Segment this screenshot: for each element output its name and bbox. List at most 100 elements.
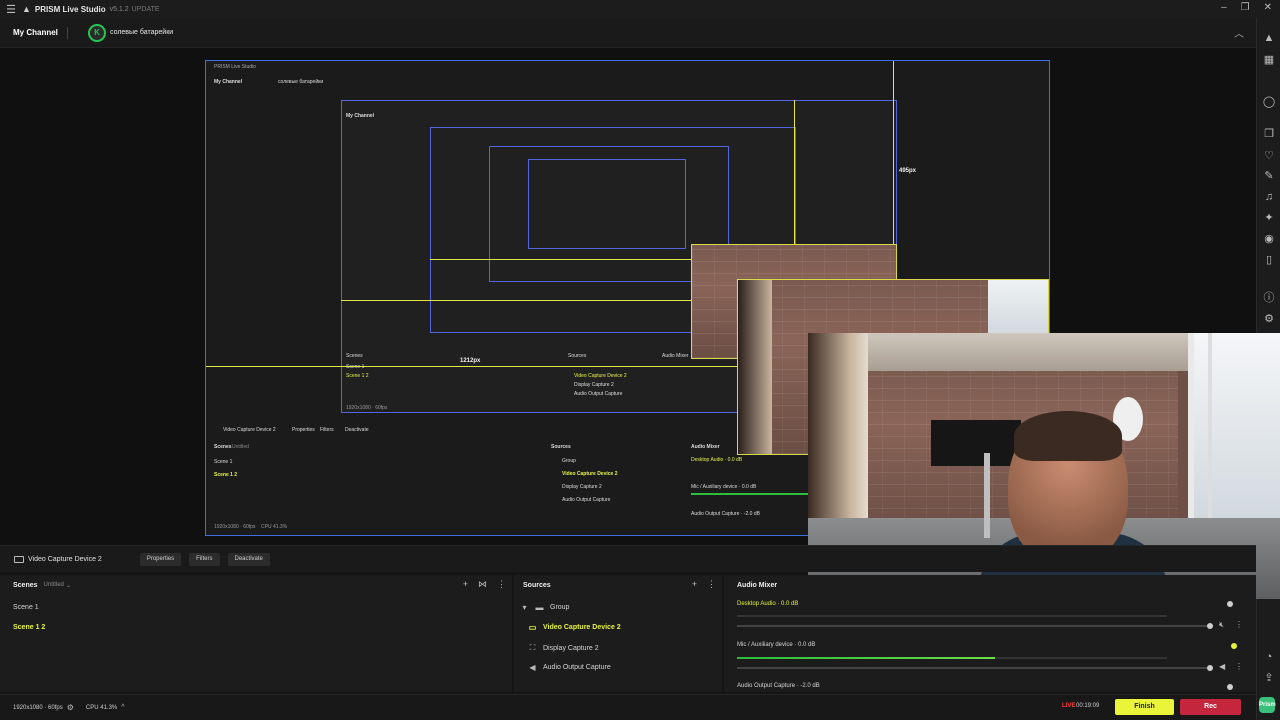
window-mullion bbox=[1208, 333, 1212, 533]
chevron-up-icon[interactable]: ︿ bbox=[1234, 25, 1244, 40]
mixer-channel-label: Mic / Auxiliary device · 0.0 dB bbox=[737, 642, 816, 648]
nested-audio-output-mixer: Audio Output Capture · -2.0 dB bbox=[691, 511, 760, 517]
settings-icon[interactable]: ⚙ bbox=[1261, 311, 1277, 327]
source-item-display-capture[interactable]: ⛶ Display Capture 2 bbox=[528, 643, 599, 653]
gear-icon[interactable]: ⚙ bbox=[67, 703, 74, 712]
display-capture-icon: ⛶ bbox=[529, 643, 536, 652]
nested-display-capture: Display Capture 2 bbox=[562, 484, 602, 490]
camera-icon[interactable]: ◉ bbox=[1261, 231, 1277, 247]
more-icon[interactable]: ⋮ bbox=[1235, 662, 1243, 671]
nested2-scene-1: Scene 1 bbox=[346, 364, 365, 370]
nested-title: PRISM Live Studio bbox=[214, 64, 256, 70]
chevron-down-icon[interactable]: ⌄ bbox=[66, 582, 71, 589]
speaker-icon[interactable]: ◀ bbox=[1219, 662, 1225, 671]
heart-icon[interactable]: ♡ bbox=[1261, 148, 1277, 164]
window bbox=[1188, 333, 1280, 533]
nested2-status: 1920x1080 · 60fps bbox=[346, 405, 388, 411]
more-icon[interactable]: ⋮ bbox=[707, 579, 716, 590]
height-dimension-label: 495px bbox=[899, 168, 917, 174]
copy-icon[interactable]: ❐ bbox=[1261, 126, 1277, 142]
chevron-up-icon[interactable]: ^ bbox=[121, 704, 124, 711]
scene-collection-dropdown[interactable]: Untitled bbox=[44, 582, 64, 588]
guide-line-horizontal-2 bbox=[341, 300, 741, 301]
monitor-toggle[interactable] bbox=[1227, 601, 1233, 607]
source-item-audio-output[interactable]: ◀ Audio Output Capture bbox=[528, 663, 611, 672]
nested-audio-output: Audio Output Capture bbox=[562, 497, 611, 503]
more-icon[interactable]: ⋮ bbox=[1235, 620, 1243, 629]
nested-mic: Mic / Auxiliary device · 0.0 dB bbox=[691, 484, 757, 490]
source-item-video-capture[interactable]: ▭ Video Capture Device 2 bbox=[528, 623, 621, 632]
audio-mixer-panel: Audio Mixer bbox=[724, 575, 1256, 692]
add-source-icon[interactable]: + bbox=[692, 579, 697, 590]
rec-button[interactable]: Rec bbox=[1180, 699, 1241, 715]
scenes-panel: Scenes Untitled ⌄ + ⋈ ⋮ Scene 1 Scene 1 … bbox=[0, 575, 512, 692]
volume-meter bbox=[737, 657, 1167, 659]
nested-desktop-audio: Desktop Audio · 0.0 dB bbox=[691, 457, 743, 463]
nested-mixer-title: Audio Mixer bbox=[691, 444, 720, 450]
nested-deactivate: Deactivate bbox=[345, 427, 369, 433]
filters-button[interactable]: Filters bbox=[189, 552, 220, 566]
nested2-channel: My Channel bbox=[346, 113, 375, 119]
info-icon[interactable]: ⓘ bbox=[1261, 290, 1277, 306]
scene-item-active[interactable]: Scene 1 2 bbox=[13, 624, 45, 631]
nested2-scene-2: Scene 1 2 bbox=[346, 373, 369, 379]
layout-icon[interactable]: ▦ bbox=[1261, 52, 1277, 68]
monitor-toggle[interactable] bbox=[1227, 684, 1233, 690]
nested-channel: My Channel bbox=[214, 79, 243, 85]
nested-scenes-title: Scenes bbox=[214, 444, 232, 450]
sticker-icon[interactable]: ✎ bbox=[1261, 168, 1277, 184]
prism-chat-icon[interactable]: Prism bbox=[1259, 697, 1276, 713]
scene-item[interactable]: Scene 1 bbox=[13, 604, 39, 611]
television bbox=[931, 420, 1021, 466]
volume-slider-knob[interactable] bbox=[1207, 623, 1213, 629]
add-scene-icon[interactable]: + bbox=[463, 579, 468, 590]
cpu-usage: CPU 41.3% bbox=[85, 704, 118, 711]
nested-status: 1920x1080 · 60fps bbox=[214, 524, 256, 530]
properties-button[interactable]: Properties bbox=[139, 552, 182, 566]
notification-icon[interactable]: ◔ bbox=[1261, 649, 1277, 665]
volume-meter bbox=[737, 615, 1167, 617]
scenes-header: Scenes Untitled ⌄ + ⋈ ⋮ bbox=[0, 575, 512, 595]
speaker-mute-icon[interactable]: 🔇︎ bbox=[1219, 620, 1224, 630]
mixer-channel-audio-output: Audio Output Capture · -2.0 dB bbox=[737, 683, 1241, 690]
prism-lens-icon[interactable]: ▲ bbox=[1261, 30, 1277, 46]
transition-icon[interactable]: ⋈ bbox=[478, 579, 487, 590]
music-icon[interactable]: ♫ bbox=[1261, 189, 1277, 205]
chevron-down-icon[interactable]: ▾ bbox=[520, 603, 529, 612]
nested-filters: Filters bbox=[320, 427, 334, 433]
close-icon[interactable]: ✕ bbox=[1264, 2, 1272, 13]
sources-actions: + ⋮ bbox=[692, 579, 716, 590]
camera-icon bbox=[14, 555, 24, 563]
update-link[interactable]: UPDATE bbox=[132, 6, 160, 13]
nested2-sources-title: Sources bbox=[568, 353, 587, 359]
shape-icon[interactable]: ✦ bbox=[1261, 210, 1277, 226]
source-item-group[interactable]: ▾ ▬ Group bbox=[520, 603, 569, 612]
source-label: Audio Output Capture bbox=[543, 664, 611, 671]
volume-slider-knob[interactable] bbox=[1207, 665, 1213, 671]
finish-button[interactable]: Finish bbox=[1115, 699, 1174, 715]
deactivate-button[interactable]: Deactivate bbox=[227, 552, 270, 566]
channel-avatar[interactable]: K bbox=[88, 23, 106, 42]
channel-separator bbox=[67, 26, 68, 39]
share-icon[interactable]: ⇪ bbox=[1261, 670, 1277, 686]
source-label: Video Capture Device 2 bbox=[543, 624, 621, 631]
nested-cpu: CPU 41.3% bbox=[261, 524, 288, 530]
volume-slider[interactable] bbox=[737, 625, 1207, 627]
trash-icon[interactable]: ▯ bbox=[1261, 252, 1277, 268]
monitor-toggle[interactable] bbox=[1231, 643, 1237, 649]
source-label: Group bbox=[550, 604, 570, 611]
more-icon[interactable]: ⋮ bbox=[497, 579, 506, 590]
resolution-fps: 1920x1080 · 60fps bbox=[13, 704, 63, 711]
title-bar: ☰ ▲ PRISM Live Studio v5.1.2 UPDATE – ❐ … bbox=[0, 0, 1280, 18]
window-controls: – ❐ ✕ bbox=[1221, 2, 1272, 13]
channel-title: My Channel bbox=[13, 28, 58, 37]
scenes-title: Scenes bbox=[13, 581, 38, 589]
chat-icon[interactable]: ◯ bbox=[1261, 94, 1277, 110]
volume-slider[interactable] bbox=[737, 667, 1207, 669]
maximize-icon[interactable]: ❐ bbox=[1241, 2, 1250, 13]
mixer-channel-label: Desktop Audio · 0.0 dB bbox=[737, 601, 799, 607]
sources-header: Sources + ⋮ bbox=[514, 575, 722, 595]
minimize-icon[interactable]: – bbox=[1221, 2, 1227, 13]
source-label: Display Capture 2 bbox=[543, 644, 599, 652]
menu-icon[interactable]: ☰ bbox=[0, 3, 22, 16]
